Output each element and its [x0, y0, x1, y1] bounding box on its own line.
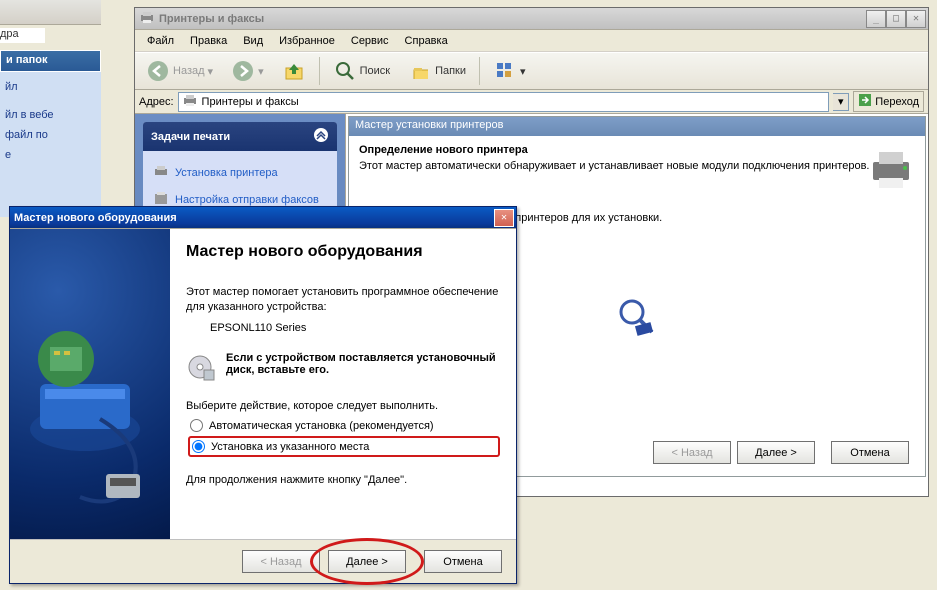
wizard-sidebar-image: [10, 229, 170, 539]
search-label: Поиск: [360, 65, 390, 77]
wizard-step-desc: Этот мастер автоматически обнаруживает и…: [359, 159, 915, 174]
wizard-next-button[interactable]: Далее >: [737, 441, 815, 464]
task-label: Настройка отправки факсов: [175, 194, 319, 206]
go-label: Переход: [875, 96, 919, 108]
separator: [319, 57, 320, 85]
back-label: Назад: [173, 65, 205, 77]
search-magnifier-icon: [616, 296, 658, 338]
task-label: Установка принтера: [175, 167, 278, 179]
address-label: Адрес:: [139, 96, 174, 108]
menu-view[interactable]: Вид: [235, 32, 271, 50]
folders-label: Папки: [435, 65, 466, 77]
collapse-icon: [313, 127, 329, 146]
back-arrow-icon: [146, 59, 170, 83]
bg-tasks-fragment: йл йл в вебе файл по е: [0, 72, 101, 217]
printer-icon: [139, 9, 155, 28]
dropdown-arrow-icon: ▾: [208, 65, 214, 78]
task-group-title: Задачи печати: [151, 131, 230, 143]
go-arrow-icon: [858, 93, 872, 110]
task-group-header[interactable]: Задачи печати: [143, 122, 337, 151]
hw-cancel-button[interactable]: Отмена: [424, 550, 502, 573]
folders-button[interactable]: Папки: [401, 55, 473, 87]
radio-auto-install[interactable]: Автоматическая установка (рекомендуется): [190, 419, 500, 432]
forward-arrow-icon: [231, 59, 255, 83]
bg-panel-header-fragment: и папок: [0, 50, 101, 72]
radio-auto-input[interactable]: [190, 419, 203, 432]
address-value: Принтеры и факсы: [202, 96, 299, 108]
task-add-printer[interactable]: Установка принтера: [151, 159, 329, 186]
close-button[interactable]: ✕: [494, 209, 514, 227]
bg-item[interactable]: йл в вебе: [5, 105, 96, 125]
dropdown-arrow-icon: ▾: [258, 65, 264, 78]
views-button[interactable]: ▾: [486, 55, 533, 87]
hardware-wizard-titlebar[interactable]: Мастер нового оборудования ✕: [10, 207, 516, 229]
wizard-intro-text: Этот мастер помогает установить программ…: [186, 285, 500, 315]
printer-icon: [182, 92, 198, 111]
folders-icon: [408, 59, 432, 83]
address-dropdown[interactable]: ▾: [833, 93, 849, 111]
printer-large-icon: [867, 144, 915, 192]
insert-disk-text: Если с устройством поставляется установо…: [226, 352, 500, 376]
up-button[interactable]: [275, 55, 313, 87]
address-input[interactable]: Принтеры и факсы: [178, 92, 830, 112]
bg-toolbar-fragment: [0, 0, 101, 25]
printer-wizard-header: Мастер установки принтеров: [349, 117, 925, 136]
menu-help[interactable]: Справка: [397, 32, 456, 50]
minimize-button[interactable]: _: [866, 10, 886, 28]
cd-icon: [186, 352, 216, 385]
menu-edit[interactable]: Правка: [182, 32, 235, 50]
radio-specific-label: Установка из указанного места: [211, 441, 369, 453]
continue-hint: Для продолжения нажмите кнопку "Далее".: [186, 473, 500, 488]
radio-specific-input[interactable]: [192, 440, 205, 453]
search-button[interactable]: Поиск: [326, 55, 397, 87]
forward-button[interactable]: ▾: [224, 55, 271, 87]
folder-up-icon: [282, 59, 306, 83]
wizard-button-row: < Назад Далее > Отмена: [653, 441, 909, 464]
bg-item[interactable]: е: [5, 145, 96, 165]
wizard-content: Мастер нового оборудования Этот мастер п…: [170, 229, 516, 539]
hw-next-button[interactable]: Далее >: [328, 550, 406, 573]
dropdown-arrow-icon: ▾: [520, 65, 526, 78]
bg-item[interactable]: файл по: [5, 125, 96, 145]
address-bar: Адрес: Принтеры и факсы ▾ Переход: [135, 90, 928, 114]
views-icon: [493, 59, 517, 83]
wizard-cancel-button[interactable]: Отмена: [831, 441, 909, 464]
bg-item[interactable]: йл: [5, 77, 96, 97]
menu-tools[interactable]: Сервис: [343, 32, 397, 50]
menu-file[interactable]: Файл: [139, 32, 182, 50]
wizard-step-title: Определение нового принтера: [359, 144, 915, 156]
close-button[interactable]: ✕: [906, 10, 926, 28]
choose-action-text: Выберите действие, которое следует выпол…: [186, 399, 500, 414]
maximize-button[interactable]: □: [886, 10, 906, 28]
printers-title: Принтеры и факсы: [159, 13, 264, 25]
toolbar: Назад ▾ ▾ Поиск Папки: [135, 52, 928, 90]
hardware-wizard-title: Мастер нового оборудования: [14, 212, 177, 224]
bg-item[interactable]: [5, 97, 96, 105]
bg-text-fragment: дра: [0, 28, 45, 43]
menu-favorites[interactable]: Избранное: [271, 32, 343, 50]
radio-auto-label: Автоматическая установка (рекомендуется): [209, 420, 434, 432]
search-icon: [333, 59, 357, 83]
go-button[interactable]: Переход: [853, 91, 924, 112]
printers-titlebar[interactable]: Принтеры и факсы _ □ ✕: [135, 8, 928, 30]
hw-back-button[interactable]: < Назад: [242, 550, 320, 573]
device-name: EPSONL110 Series: [210, 321, 500, 336]
printer-icon: [153, 163, 169, 182]
back-button[interactable]: Назад ▾: [139, 55, 220, 87]
menu-bar: Файл Правка Вид Избранное Сервис Справка: [135, 30, 928, 52]
radio-specific-location[interactable]: Установка из указанного места: [188, 436, 500, 457]
hardware-wizard-window: Мастер нового оборудования ✕ Мастер ново…: [9, 206, 517, 584]
wizard-heading: Мастер нового оборудования: [186, 243, 500, 261]
wizard-back-button[interactable]: < Назад: [653, 441, 731, 464]
wizard-footer: < Назад Далее > Отмена: [10, 539, 516, 583]
separator: [479, 57, 480, 85]
